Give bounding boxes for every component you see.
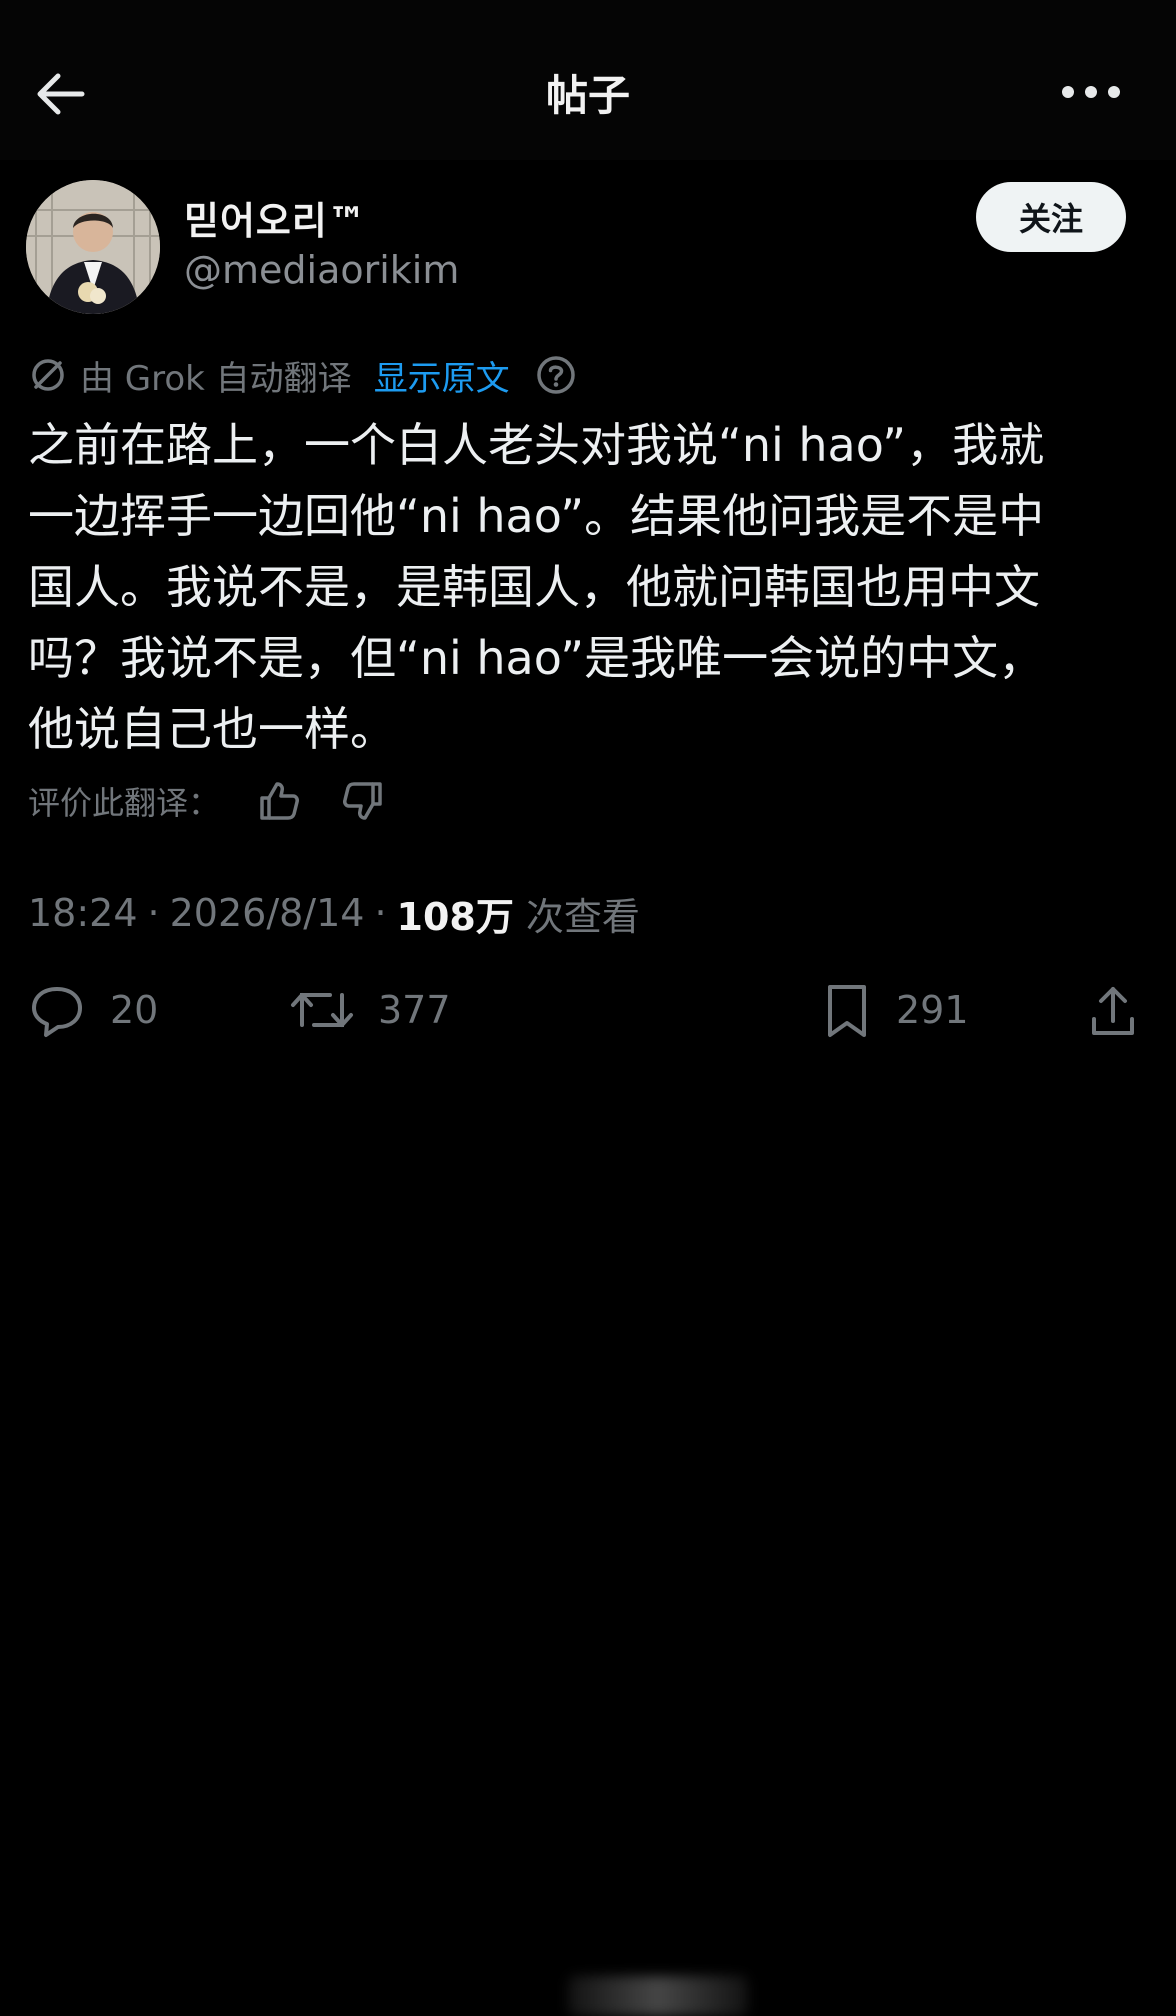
avatar-photo — [26, 180, 160, 314]
rate-translation-row: 评价此翻译： — [28, 776, 386, 826]
translation-source-label: 由 Grok 自动翻译 — [80, 358, 352, 399]
reply-count: 20 — [110, 988, 159, 1032]
show-original-link[interactable]: 显示原文 — [374, 351, 510, 400]
views-label: 次查看 — [525, 894, 640, 939]
page-title: 帖子 — [545, 71, 630, 120]
follow-button[interactable]: 关注 — [976, 182, 1126, 252]
share-icon — [1092, 987, 1134, 1035]
rate-translation-label: 评价此翻译： — [28, 784, 221, 822]
arrow-left-icon — [37, 73, 85, 115]
views-count[interactable]: 108万 — [397, 886, 514, 941]
bookmark-button[interactable]: 291 — [822, 980, 969, 1040]
post-date[interactable]: 2026/8/14 — [170, 891, 365, 935]
translation-notice: 由 Grok 自动翻译 显示原文 — [28, 350, 576, 400]
thumbs-up-icon[interactable] — [256, 778, 302, 824]
help-icon[interactable] — [536, 355, 576, 395]
action-bar: 20 377 291 — [0, 980, 1176, 2016]
bookmark-count: 291 — [896, 988, 969, 1032]
reply-button[interactable]: 20 — [28, 980, 158, 1040]
post-text: 之前在路上，一个白人老头对我说“ni hao”，我就 一边挥手一边回他“ni h… — [28, 418, 1045, 756]
share-button[interactable] — [1088, 980, 1162, 1040]
user-handle[interactable]: @mediaorikim — [184, 248, 459, 292]
repost-count: 377 — [378, 988, 451, 1032]
back-button[interactable] — [30, 64, 90, 124]
post-time[interactable]: 18:24 — [28, 891, 138, 935]
avatar[interactable] — [26, 180, 160, 314]
meta-separator: · — [147, 891, 160, 935]
bookmark-icon — [828, 985, 866, 1037]
meta-separator: · — [374, 891, 387, 935]
display-name[interactable]: 믿어오리™ — [184, 190, 367, 245]
post-meta: 18:24 · 2026/8/14 · 108万 次查看 — [28, 885, 640, 941]
thumbs-down-icon[interactable] — [340, 778, 386, 824]
translate-slash-icon — [32, 359, 64, 391]
top-bar: 帖子 — [0, 0, 1176, 160]
blurred-like-count — [568, 1976, 748, 2016]
reply-icon — [32, 987, 82, 1037]
more-options-button[interactable] — [1058, 74, 1128, 110]
repost-icon — [291, 993, 353, 1027]
repost-button[interactable]: 377 — [290, 980, 451, 1040]
more-horizontal-icon — [1062, 86, 1120, 98]
